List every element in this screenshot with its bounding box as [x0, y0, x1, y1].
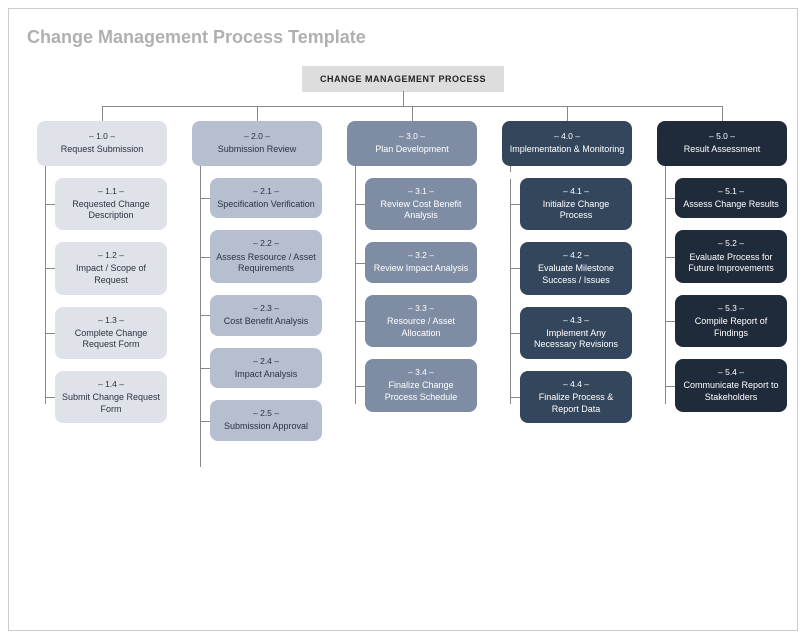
step-label: Evaluate Process for Future Improvements [681, 252, 781, 275]
step-box: – 1.4 – Submit Change Request Form [55, 371, 167, 423]
step-number: – 4.3 – [526, 315, 626, 326]
step-label: Communicate Report to Stakeholders [681, 380, 781, 403]
step-box: – 3.3 – Resource / Asset Allocation [365, 295, 477, 347]
phase-label: Plan Development [353, 144, 471, 156]
phase-number: – 1.0 – [43, 131, 161, 142]
connector [403, 91, 404, 106]
step-number: – 4.4 – [526, 379, 626, 390]
connector [722, 106, 723, 121]
phase-column-2: – 2.0 – Submission Review – 2.1 – Specif… [192, 121, 322, 453]
step-label: Finalize Process & Report Data [526, 392, 626, 415]
step-label: Review Cost Benefit Analysis [371, 199, 471, 222]
step-number: – 3.3 – [371, 303, 471, 314]
step-number: – 2.4 – [216, 356, 316, 367]
connector [510, 179, 511, 404]
diagram-canvas: CHANGE MANAGEMENT PROCESS – 1.0 – Reques… [27, 66, 779, 606]
step-number: – 5.3 – [681, 303, 781, 314]
step-box: – 5.4 – Communicate Report to Stakeholde… [675, 359, 787, 411]
step-label: Evaluate Milestone Success / Issues [526, 263, 626, 286]
step-label: Specification Verification [216, 199, 316, 211]
phase-label: Submission Review [198, 144, 316, 156]
step-label: Complete Change Request Form [61, 328, 161, 351]
phase-label: Result Assessment [663, 144, 781, 156]
step-box: – 1.2 – Impact / Scope of Request [55, 242, 167, 294]
step-box: – 4.2 – Evaluate Milestone Success / Iss… [520, 242, 632, 294]
step-number: – 1.3 – [61, 315, 161, 326]
step-number: – 1.4 – [61, 379, 161, 390]
step-box: – 5.2 – Evaluate Process for Future Impr… [675, 230, 787, 282]
step-number: – 2.2 – [216, 238, 316, 249]
connector [567, 106, 568, 121]
phase-number: – 2.0 – [198, 131, 316, 142]
step-box: – 2.1 – Specification Verification [210, 178, 322, 219]
step-number: – 5.2 – [681, 238, 781, 249]
phase-number: – 3.0 – [353, 131, 471, 142]
step-box: – 3.2 – Review Impact Analysis [365, 242, 477, 283]
step-box: – 2.3 – Cost Benefit Analysis [210, 295, 322, 336]
step-box: – 1.1 – Requested Change Description [55, 178, 167, 230]
step-label: Submission Approval [216, 421, 316, 433]
phase-number: – 5.0 – [663, 131, 781, 142]
step-box: – 2.5 – Submission Approval [210, 400, 322, 441]
step-box: – 3.1 – Review Cost Benefit Analysis [365, 178, 477, 230]
root-node: CHANGE MANAGEMENT PROCESS [302, 66, 504, 92]
step-label: Impact / Scope of Request [61, 263, 161, 286]
connector [257, 106, 258, 121]
phase-header: – 4.0 – Implementation & Monitoring [502, 121, 632, 166]
step-number: – 2.3 – [216, 303, 316, 314]
step-box: – 2.2 – Assess Resource / Asset Requirem… [210, 230, 322, 282]
connector [412, 106, 413, 121]
step-label: Requested Change Description [61, 199, 161, 222]
step-label: Finalize Change Process Schedule [371, 380, 471, 403]
connector [200, 169, 201, 467]
phase-label: Implementation & Monitoring [508, 144, 626, 156]
connector [665, 169, 666, 404]
step-number: – 3.2 – [371, 250, 471, 261]
phase-number: – 4.0 – [508, 131, 626, 142]
step-label: Resource / Asset Allocation [371, 316, 471, 339]
phase-column-5: – 5.0 – Result Assessment – 5.1 – Assess… [657, 121, 787, 424]
step-number: – 5.4 – [681, 367, 781, 378]
step-box: – 5.3 – Compile Report of Findings [675, 295, 787, 347]
step-number: – 4.1 – [526, 186, 626, 197]
step-label: Implement Any Necessary Revisions [526, 328, 626, 351]
phase-column-4: – 4.0 – Implementation & Monitoring – 4.… [502, 121, 632, 435]
phase-column-3: – 3.0 – Plan Development – 3.1 – Review … [347, 121, 477, 424]
page-title: Change Management Process Template [27, 27, 779, 48]
step-box: – 4.4 – Finalize Process & Report Data [520, 371, 632, 423]
diagram-frame: Change Management Process Template CHANG… [8, 8, 798, 631]
step-label: Initialize Change Process [526, 199, 626, 222]
step-number: – 3.1 – [371, 186, 471, 197]
step-label: Assess Change Results [681, 199, 781, 211]
step-box: – 3.4 – Finalize Change Process Schedule [365, 359, 477, 411]
step-number: – 2.5 – [216, 408, 316, 419]
step-number: – 4.2 – [526, 250, 626, 261]
step-number: – 1.2 – [61, 250, 161, 261]
step-number: – 2.1 – [216, 186, 316, 197]
step-label: Impact Analysis [216, 369, 316, 381]
step-number: – 1.1 – [61, 186, 161, 197]
phase-header: – 1.0 – Request Submission [37, 121, 167, 166]
phase-header: – 5.0 – Result Assessment [657, 121, 787, 166]
step-number: – 5.1 – [681, 186, 781, 197]
step-label: Cost Benefit Analysis [216, 316, 316, 328]
phase-header: – 2.0 – Submission Review [192, 121, 322, 166]
phase-header: – 3.0 – Plan Development [347, 121, 477, 166]
step-label: Compile Report of Findings [681, 316, 781, 339]
step-box: – 4.3 – Implement Any Necessary Revision… [520, 307, 632, 359]
step-box: – 1.3 – Complete Change Request Form [55, 307, 167, 359]
phase-column-1: – 1.0 – Request Submission – 1.1 – Reque… [37, 121, 167, 435]
step-box: – 4.1 – Initialize Change Process [520, 178, 632, 230]
step-label: Review Impact Analysis [371, 263, 471, 275]
phase-label: Request Submission [43, 144, 161, 156]
step-label: Assess Resource / Asset Requirements [216, 252, 316, 275]
step-label: Submit Change Request Form [61, 392, 161, 415]
connector [102, 106, 103, 121]
step-box: – 5.1 – Assess Change Results [675, 178, 787, 219]
step-box: – 2.4 – Impact Analysis [210, 348, 322, 389]
step-number: – 3.4 – [371, 367, 471, 378]
